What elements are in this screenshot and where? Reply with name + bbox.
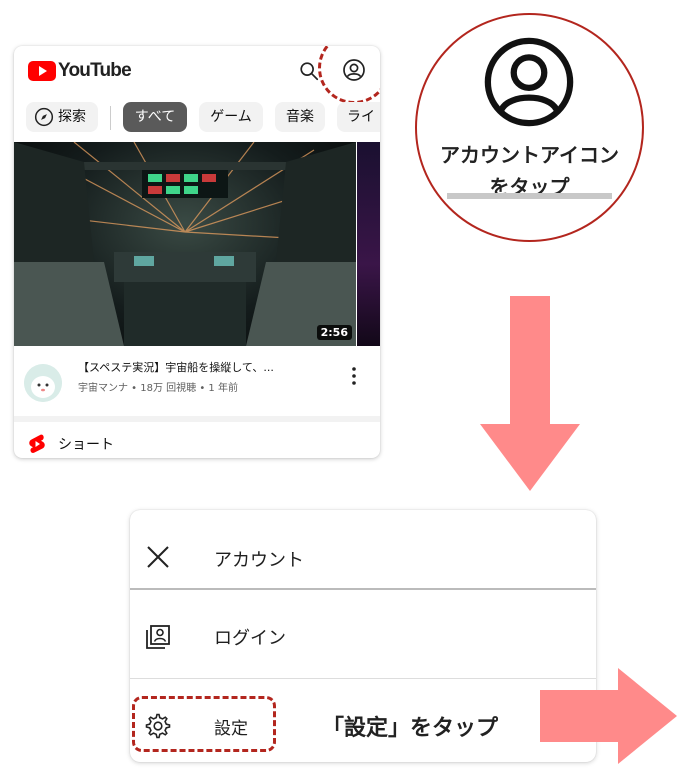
category-chips: 探索 すべて ゲーム 音楽 ライ — [14, 96, 380, 143]
youtube-play-icon — [28, 61, 56, 81]
chip-game[interactable]: ゲーム — [199, 102, 263, 132]
logo-text: YouTube — [58, 60, 132, 81]
compass-icon — [34, 107, 54, 127]
chip-music[interactable]: 音楽 — [275, 102, 325, 132]
callout-underline — [447, 193, 612, 199]
next-video-thumbnail[interactable] — [357, 142, 380, 346]
app-header: YouTube — [14, 46, 380, 104]
menu-item-account: アカウント — [130, 526, 596, 586]
spaceship-cockpit-image — [14, 142, 356, 346]
chip-divider — [110, 106, 111, 130]
youtube-app-card: YouTube 探索 すべて ゲーム 音楽 ライ 2:56 【スペステ実況】宇宙… — [14, 46, 380, 458]
arrow-right-icon — [540, 668, 677, 764]
settings-instruction: 「設定」をタップ — [322, 716, 499, 741]
close-icon[interactable] — [144, 543, 172, 571]
section-separator — [14, 416, 380, 422]
video-thumbnail[interactable]: 2:56 — [14, 142, 356, 346]
arrow-down-icon — [480, 296, 580, 491]
channel-avatar[interactable] — [24, 364, 62, 402]
mascot-avatar-image — [24, 364, 62, 402]
chip-live[interactable]: ライ — [337, 102, 380, 132]
video-title[interactable]: 【スペステ実況】宇宙船を操縦して、... — [78, 359, 274, 375]
menu-divider — [130, 678, 596, 679]
youtube-logo[interactable]: YouTube — [28, 60, 132, 82]
more-vert-icon[interactable] — [350, 366, 358, 386]
callout-text-line1: アカウントアイコン — [440, 143, 619, 167]
chip-explore[interactable]: 探索 — [26, 102, 98, 132]
chip-all[interactable]: すべて — [123, 102, 187, 132]
search-icon[interactable] — [298, 60, 320, 82]
shorts-label: ショート — [58, 437, 114, 453]
settings-highlight — [132, 696, 276, 752]
menu-item-login[interactable]: ログイン — [130, 606, 596, 666]
shorts-section-header[interactable]: ショート — [28, 434, 114, 454]
account-icon-enlarged — [484, 37, 574, 127]
video-meta: 宇宙マンナ • 18万 回視聴 • 1 年前 — [78, 383, 238, 394]
shorts-icon — [29, 434, 45, 453]
login-icon — [146, 625, 170, 649]
menu-divider — [130, 588, 596, 590]
video-duration: 2:56 — [316, 325, 352, 340]
menu-label-login: ログイン — [214, 628, 286, 649]
account-icon-callout: アカウントアイコン をタップ — [415, 13, 644, 242]
menu-title-account: アカウント — [214, 550, 304, 571]
chip-label: 探索 — [58, 109, 86, 125]
